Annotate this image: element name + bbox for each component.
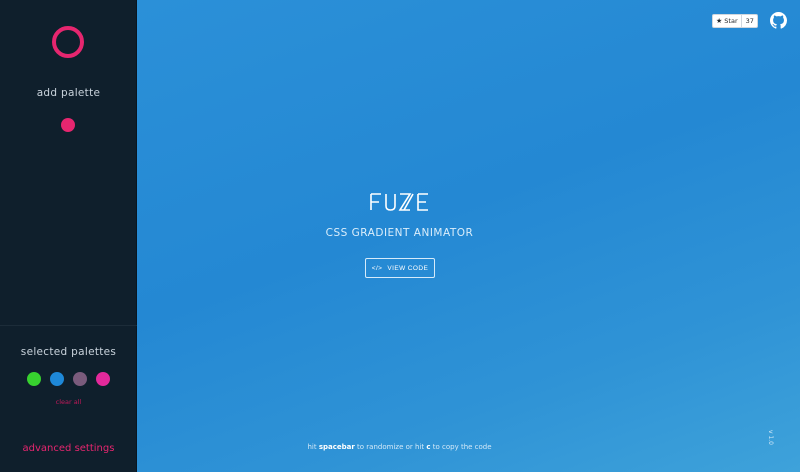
star-count: 37: [745, 17, 754, 25]
brand-wrap: FUZE: [137, 188, 662, 222]
code-icon: </>: [371, 264, 383, 272]
selected-palettes-label: selected palettes: [20, 346, 117, 358]
add-palette-button[interactable]: [61, 118, 75, 132]
hint-suffix: to copy the code: [432, 443, 492, 451]
keyboard-hint: hit spacebar to randomize or hit c to co…: [137, 443, 662, 451]
subtitle: CSS GRADIENT ANIMATOR: [325, 227, 474, 239]
star-label: Star: [724, 17, 738, 25]
github-star-button[interactable]: ★ Star 37: [712, 14, 758, 28]
star-part: ★ Star: [713, 15, 742, 27]
version-label: v 1.0: [767, 430, 774, 445]
logo-ring-icon: [52, 26, 84, 58]
palette-swatch-mauve[interactable]: [73, 372, 87, 386]
view-code-button[interactable]: </> VIEW CODE: [365, 258, 435, 278]
advanced-settings-link[interactable]: advanced settings: [0, 443, 137, 454]
palette-swatch-blue[interactable]: [50, 372, 64, 386]
sidebar: add palette selected palettes clear all …: [0, 0, 137, 472]
hint-prefix: hit: [307, 443, 317, 451]
selected-palettes-list: [27, 372, 117, 386]
sidebar-divider: [0, 325, 137, 326]
hint-key-c: c: [426, 443, 431, 451]
hint-key-spacebar: spacebar: [318, 443, 355, 451]
github-icon[interactable]: [770, 12, 787, 29]
palette-swatch-magenta[interactable]: [96, 372, 110, 386]
hint-mid: to randomize or hit: [357, 443, 425, 451]
gradient-preview: ★ Star 37 FUZE CSS GRADIENT ANIMATOR </>…: [137, 0, 800, 472]
palette-swatch-green[interactable]: [27, 372, 41, 386]
star-icon: ★: [716, 17, 723, 25]
view-code-label: VIEW CODE: [387, 264, 429, 272]
brand-logo: [369, 193, 428, 211]
clear-all-link[interactable]: clear all: [0, 398, 137, 406]
add-palette-label: add palette: [36, 87, 101, 99]
